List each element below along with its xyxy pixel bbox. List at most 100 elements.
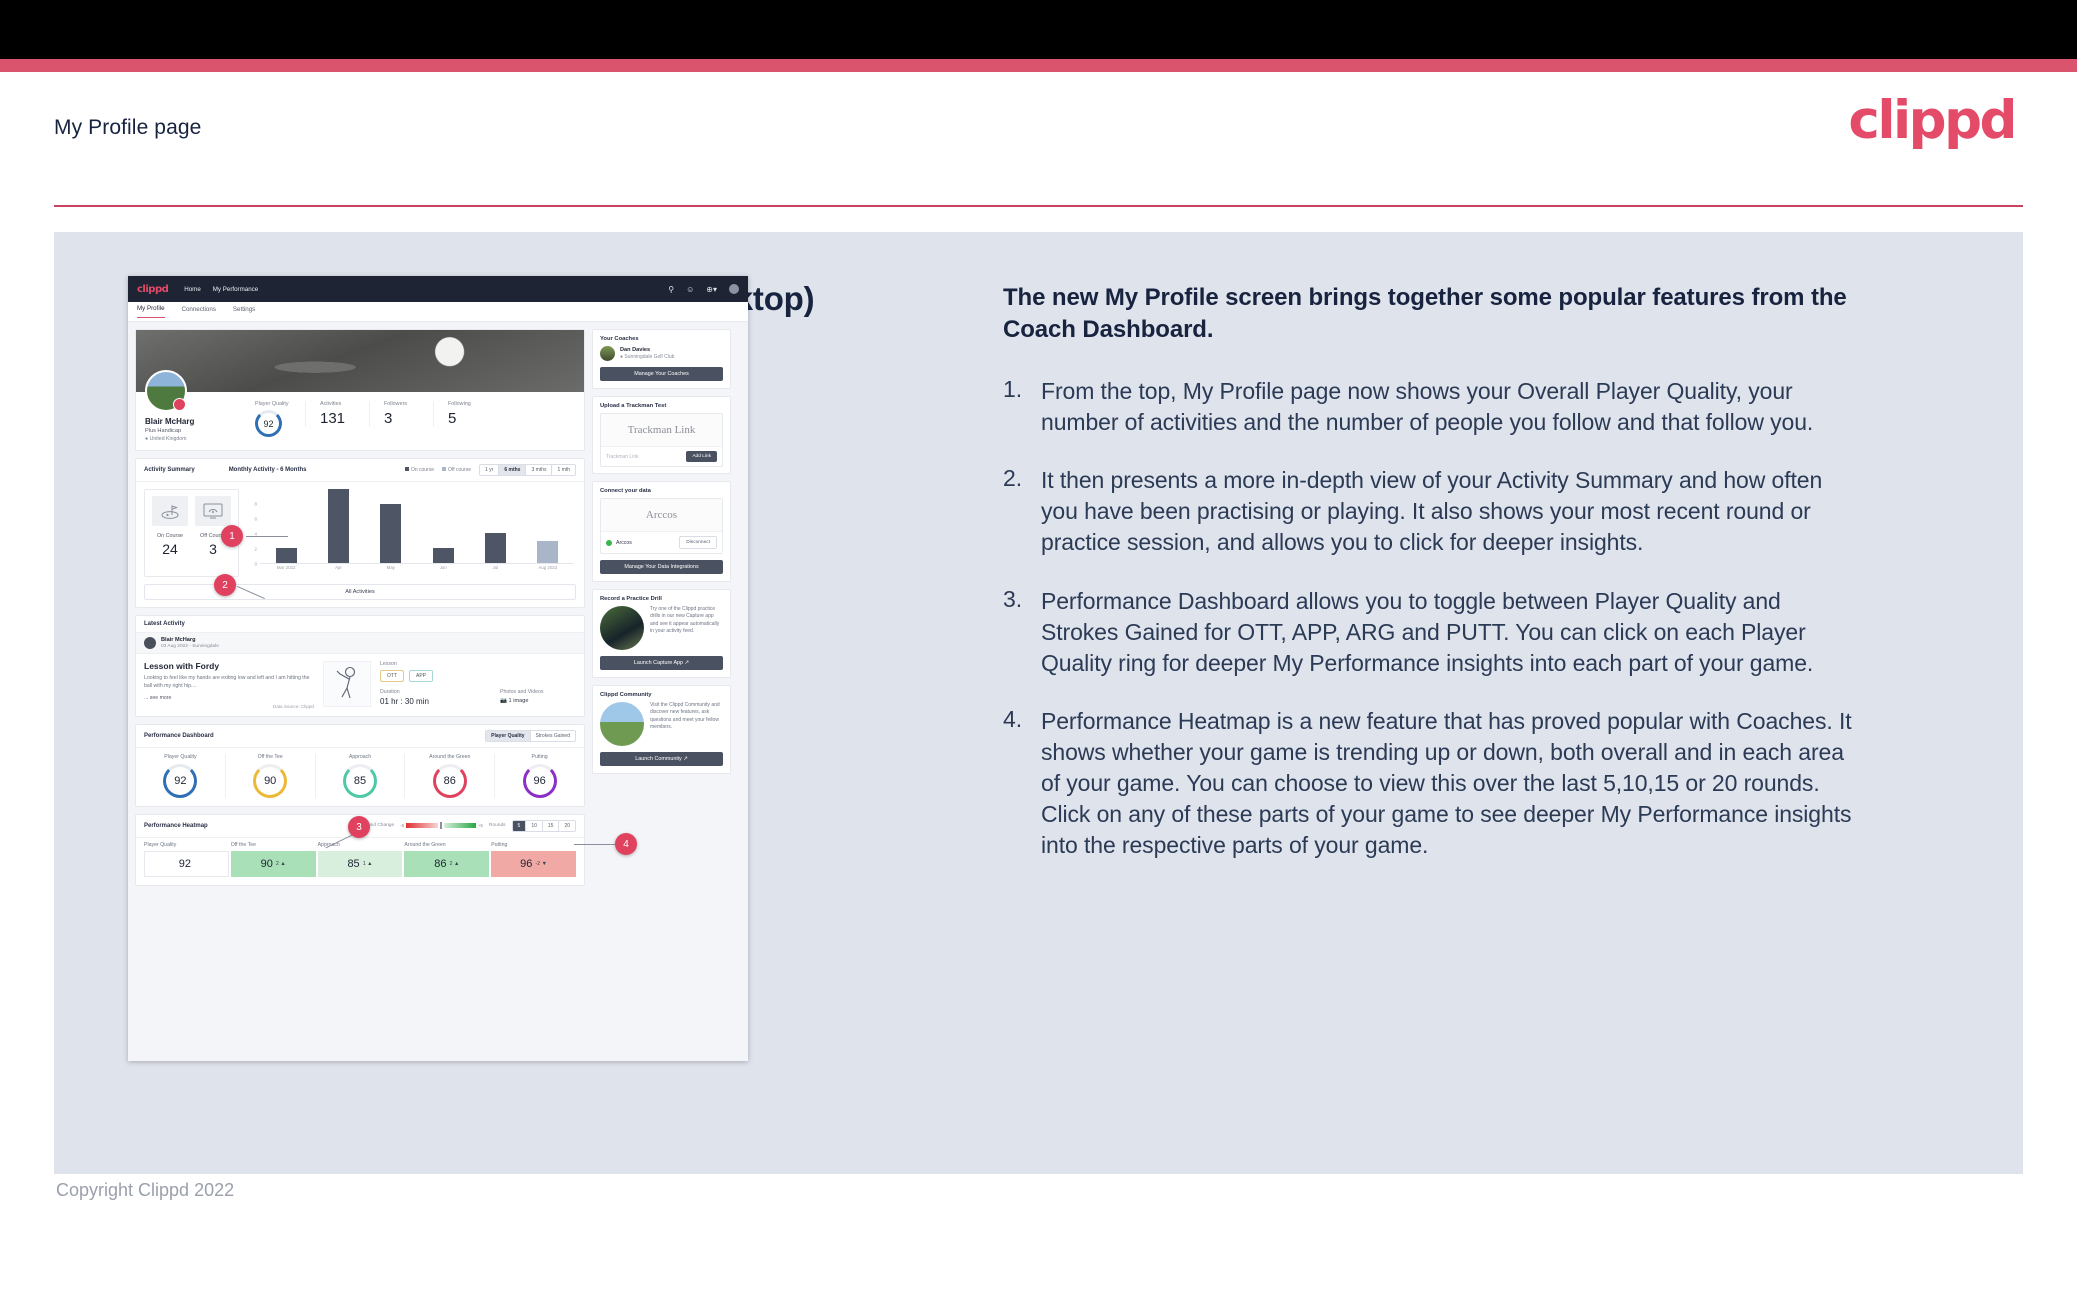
rounds-15[interactable]: 15 [541, 820, 559, 831]
practice-drill-body: Try one of the Clippd practice drills in… [593, 606, 730, 656]
toggle-player-quality[interactable]: Player Quality [486, 730, 530, 741]
tile-on-course[interactable]: On Course 24 [152, 496, 188, 570]
activity-detail-column: Lesson OTT APP Duration 01 hr : 30 min P… [380, 661, 576, 709]
app-sidebar: Your Coaches Dan Davies ● Sunningdale Go… [592, 329, 731, 1054]
top-black-band [0, 0, 2077, 59]
profile-identity: Blair McHarg Plus Handicap ● United King… [136, 370, 241, 442]
activity-meta-row: Duration 01 hr : 30 min Photos and Video… [380, 689, 576, 706]
ring-around-the-green[interactable]: Around the Green 86 [404, 753, 494, 798]
rounds-10[interactable]: 10 [525, 820, 542, 831]
range-1mth[interactable]: 1 mth [551, 465, 575, 475]
manage-integrations-button[interactable]: Manage Your Data Integrations [600, 560, 723, 574]
top-pink-stripe [0, 59, 2077, 72]
list-item: 3. Performance Dashboard allows you to t… [1003, 586, 1863, 678]
xtick: Aug 2022 [538, 565, 558, 570]
author-avatar[interactable] [144, 637, 156, 649]
profile-name: Blair McHarg [145, 417, 195, 426]
monthly-activity-chart: 0 2 4 6 8 Mar 2022 Apr May Jun Jul Aug 2… [249, 489, 576, 577]
launch-capture-app-button[interactable]: Launch Capture App ↗ [600, 656, 723, 670]
heatmap-col-putting[interactable]: Putting 96 -2 ▼ [491, 842, 576, 877]
heatmap-scale: -5 +5 [400, 822, 483, 830]
bar[interactable] [484, 533, 506, 563]
activity-text-column: Lesson with Fordy Looking to feel like m… [144, 661, 314, 709]
explainer-column: The new My Profile screen brings togethe… [1003, 282, 1863, 888]
heatmap-col-approach[interactable]: Approach 85 1 ▲ [317, 842, 403, 877]
lesson-label: Lesson [380, 661, 397, 667]
scale-gradient-positive [443, 823, 476, 829]
coach-row[interactable]: Dan Davies ● Sunningdale Golf Club [593, 346, 730, 367]
rounds-20[interactable]: 20 [558, 820, 575, 831]
search-icon[interactable]: ⚲ [668, 285, 674, 294]
heatmap-cell: 92 [144, 850, 229, 877]
app-logo[interactable]: clippd [137, 284, 169, 295]
see-more-link[interactable]: ... see more [144, 695, 314, 701]
flag-green-icon [152, 496, 188, 526]
callout-line-4 [574, 844, 618, 845]
ring-off-the-tee[interactable]: Off the Tee 90 [224, 753, 315, 798]
profile-avatar[interactable] [145, 370, 187, 412]
xtick: Jul [492, 565, 499, 570]
tab-settings[interactable]: Settings [233, 306, 255, 318]
tab-connections[interactable]: Connections [182, 306, 216, 318]
range-6mths[interactable]: 6 mths [498, 465, 526, 475]
disconnect-button[interactable]: Disconnect [679, 536, 717, 549]
heatmap-header: Around the Green [404, 841, 446, 848]
performance-dashboard-title: Performance Dashboard [144, 732, 214, 739]
tag-ott[interactable]: OTT [380, 670, 404, 682]
bar[interactable] [327, 489, 349, 563]
tab-my-profile[interactable]: My Profile [137, 305, 165, 318]
range-1yr[interactable]: 1 yr [480, 465, 499, 475]
range-selector: 1 yr 6 mths 3 mths 1 mth [479, 464, 576, 476]
ytick: 8 [254, 501, 257, 507]
toggle-strokes-gained[interactable]: Strokes Gained [529, 730, 575, 741]
nav-link-home[interactable]: Home [184, 286, 201, 293]
trackman-logo: Trackman Link [601, 414, 722, 446]
your-coaches-card: Your Coaches Dan Davies ● Sunningdale Go… [592, 329, 731, 389]
ring-approach[interactable]: Approach 85 [314, 753, 405, 798]
ring-label: Around the Green [429, 753, 471, 760]
xtick: Jun [439, 565, 447, 570]
avatar[interactable] [729, 284, 739, 294]
launch-community-button[interactable]: Launch Community ↗ [600, 752, 723, 766]
trackman-link-input[interactable]: Trackman Link [606, 454, 681, 460]
callout-line-1 [246, 536, 288, 537]
range-3mths[interactable]: 3 mths [525, 465, 552, 475]
bar[interactable] [537, 540, 559, 563]
header-divider [54, 205, 2023, 207]
add-link-button[interactable]: Add Link [686, 451, 717, 462]
nav-link-my-performance[interactable]: My Performance [213, 286, 258, 293]
heatmap-col-off-the-tee[interactable]: Off the Tee 90 2 ▲ [230, 842, 316, 877]
app-main-column: Blair McHarg Plus Handicap ● United King… [135, 329, 585, 1054]
rounds-selector: 5 10 15 20 [511, 819, 576, 832]
add-circle-icon[interactable]: ⊕▾ [706, 285, 717, 294]
heatmap-cell: 86 2 ▲ [404, 850, 490, 877]
all-activities-button[interactable]: All Activities [144, 584, 576, 600]
ring-putting[interactable]: Putting 96 [494, 753, 584, 798]
tag-app[interactable]: APP [409, 670, 434, 682]
bar[interactable] [380, 503, 402, 563]
manage-coaches-button[interactable]: Manage Your Coaches [600, 367, 723, 381]
stat-value: 131 [320, 410, 346, 427]
ring-value: 85 [342, 763, 377, 798]
bar[interactable] [275, 548, 297, 563]
heatmap-controls: 5 Round Change -5 +5 Rounds 5 10 15 20 [358, 819, 576, 832]
activity-author: Blair McHarg 03 Aug 2022 - Sunningdale [136, 633, 584, 654]
bar[interactable] [432, 548, 454, 563]
tile-label: On Course [156, 533, 184, 539]
monthly-activity-title: Monthly Activity - 6 Months [228, 467, 307, 473]
ring-player-quality[interactable]: Player Quality 92 [136, 754, 225, 798]
activity-thumbnail[interactable] [323, 661, 371, 707]
people-icon[interactable]: ☺ [686, 285, 694, 294]
heatmap-col-player-quality[interactable]: Player Quality 92 [144, 842, 229, 877]
stat-player-quality[interactable]: Player Quality 92 [241, 401, 305, 437]
community-thumbnail [600, 702, 644, 746]
rounds-5[interactable]: 5 [512, 820, 526, 831]
content-panel: Understand your Profile (Players - Deskt… [54, 232, 2023, 1174]
ring-value: 92 [163, 763, 198, 798]
heatmap-col-around-the-green[interactable]: Around the Green 86 2 ▲ [404, 841, 490, 877]
list-item: 4. Performance Heatmap is a new feature … [1003, 706, 1863, 860]
stat-followers: Followers 3 [369, 401, 433, 427]
app-nav-links: Home My Performance [184, 286, 258, 293]
scale-gradient-negative [406, 823, 439, 829]
activity-media: Photos and Videos 📷 1 image [500, 689, 576, 706]
